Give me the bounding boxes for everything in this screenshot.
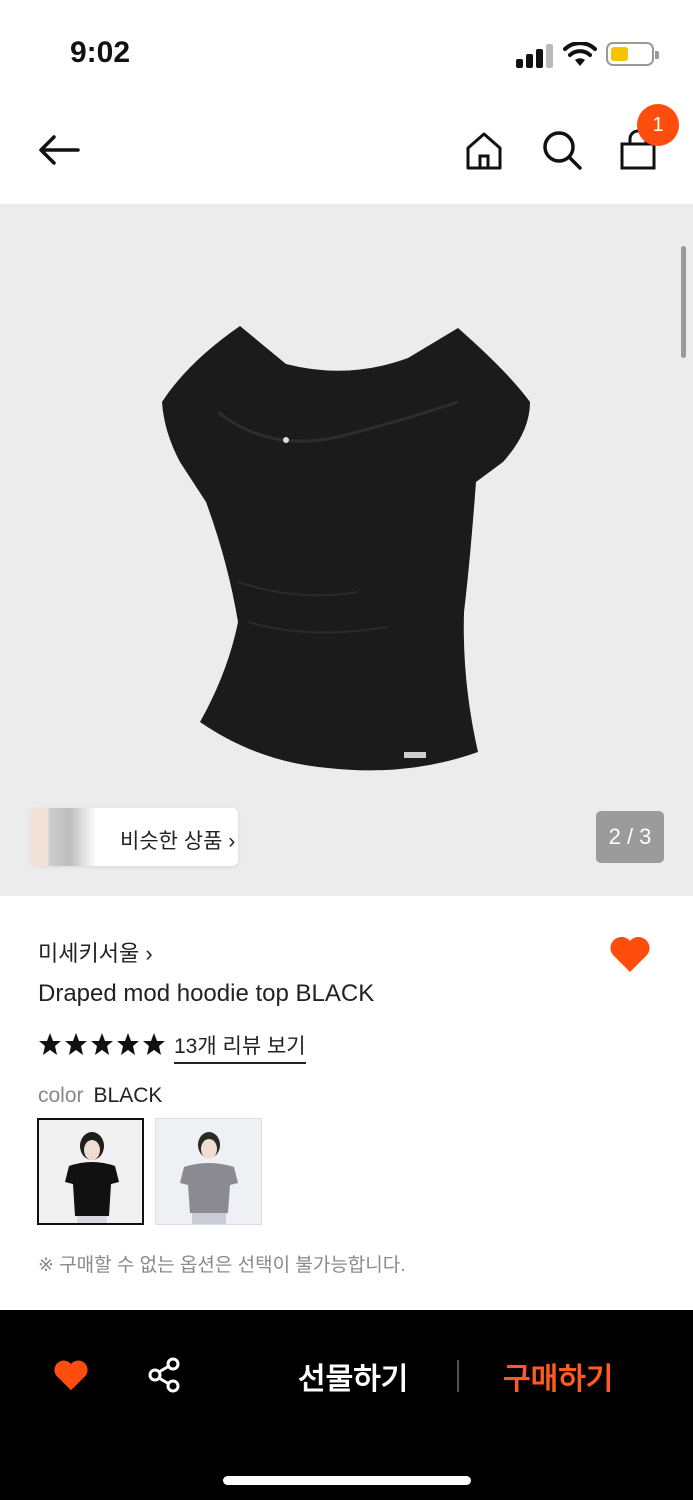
star-icon [117,1033,139,1055]
brand-link[interactable]: 미세키서울 › [38,936,153,968]
signal-icon [516,44,554,68]
battery-icon [606,42,659,66]
color-swatch-gray[interactable] [155,1118,262,1225]
status-time: 9:02 [70,36,131,69]
home-indicator[interactable] [223,1476,471,1485]
star-icon [39,1033,61,1055]
cart-count-badge: 1 [637,104,679,146]
star-icon [143,1033,165,1055]
bottom-action-bar: 선물하기 구매하기 [0,1310,693,1500]
rating-stars [38,1032,168,1058]
status-bar: 9:02 [0,0,693,100]
similar-products-label: 비슷한 상품 › [120,830,236,853]
buy-button[interactable]: 구매하기 [503,1354,613,1398]
product-title: Draped mod hoodie top BLACK [38,980,375,1007]
wifi-icon [563,42,597,66]
product-image-gallery[interactable]: 비슷한 상품 › 2 / 3 [0,204,693,896]
color-value: BLACK [93,1084,163,1107]
favorite-heart-icon[interactable] [608,934,652,974]
share-icon[interactable] [146,1356,184,1394]
image-page-indicator: 2 / 3 [596,811,664,863]
top-nav [0,100,693,204]
search-icon[interactable] [538,126,586,174]
brand-name: 미세키서울 [38,941,140,966]
scrollbar[interactable] [681,246,686,358]
color-label: color [38,1084,84,1107]
back-arrow-icon[interactable] [34,126,82,174]
gift-button[interactable]: 선물하기 [298,1354,408,1398]
brand-chevron-icon: › [145,941,153,966]
swatch-black-image [65,1132,119,1223]
star-icon [91,1033,113,1055]
chevron-right-icon: › [228,830,236,853]
similar-product-thumbnail [30,808,96,866]
color-option-row: color BLACK [38,1084,162,1108]
divider [457,1360,459,1392]
star-icon [65,1033,87,1055]
home-icon[interactable] [460,126,508,174]
like-heart-icon[interactable] [52,1358,90,1392]
option-notice: ※ 구매할 수 없는 옵션은 선택이 불가능합니다. [38,1255,406,1276]
swatch-gray-image [180,1132,238,1224]
product-image [162,326,530,771]
reviews-link[interactable]: 13개 리뷰 보기 [174,1030,306,1064]
color-swatch-black[interactable] [37,1118,144,1225]
similar-products-button[interactable]: 비슷한 상품 › [30,808,238,866]
